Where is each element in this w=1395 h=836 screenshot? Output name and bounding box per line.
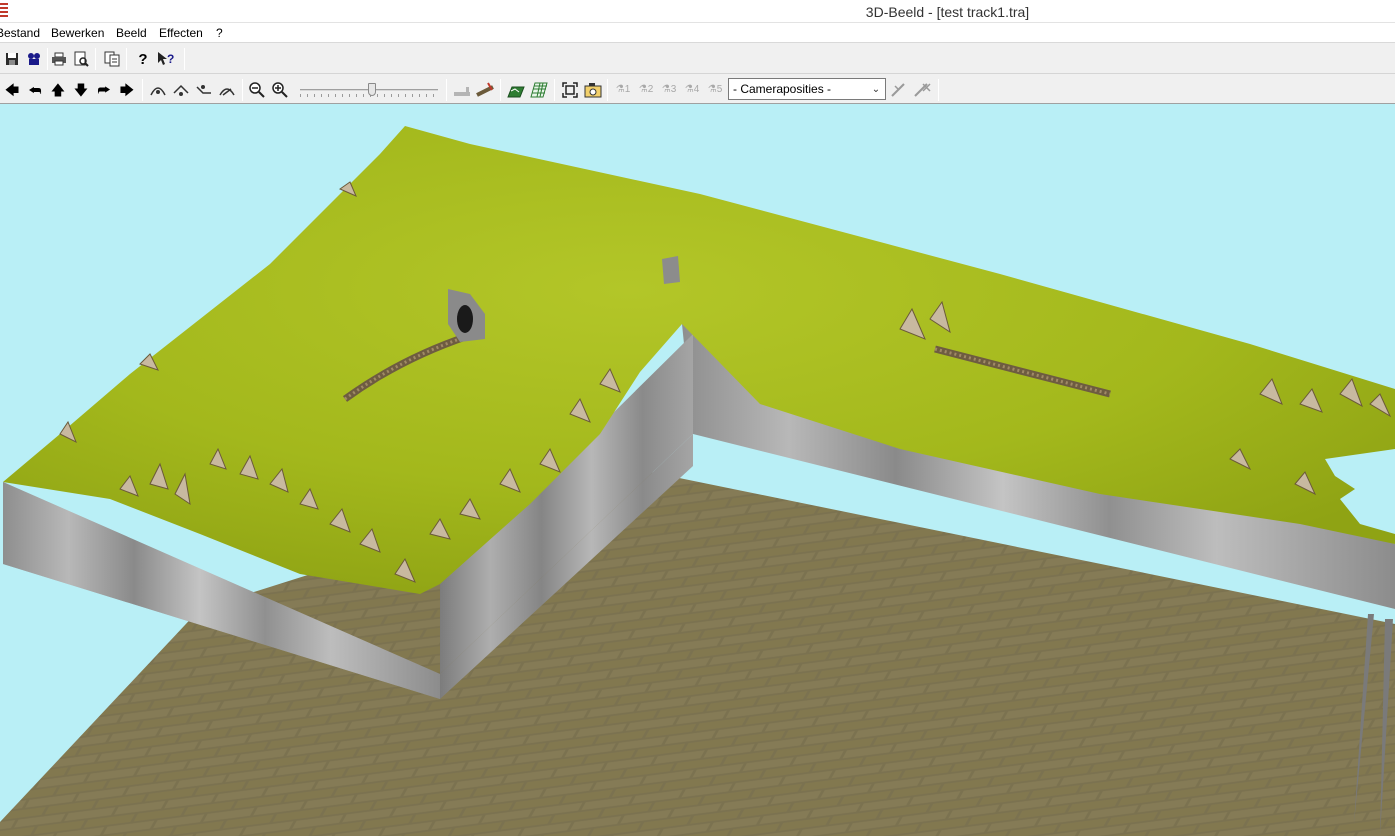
- save-icon[interactable]: [2, 49, 22, 69]
- camera-position-2-icon[interactable]: ⚗2: [636, 80, 656, 100]
- camera-delete-icon[interactable]: [912, 80, 932, 100]
- snapshot-icon[interactable]: [583, 80, 603, 100]
- 3d-scene: [0, 126, 1395, 836]
- chevron-down-icon[interactable]: ⌄: [868, 80, 884, 98]
- menu-bewerken[interactable]: Bewerken: [51, 26, 104, 40]
- move-up-icon[interactable]: 🡅: [48, 80, 68, 100]
- camera-position-1-icon[interactable]: ⚗1: [613, 80, 633, 100]
- view-toolbar: 🡄 ⮪ 🡅 🡇 ⮫ 🡆 ⚗1 ⚗2 ⚗3 ⚗4 ⚗5 - Cameraposit…: [0, 75, 1395, 104]
- window-title: 3D-Beeld - [test track1.tra]: [865, 4, 1030, 20]
- camera-edit-icon[interactable]: [889, 80, 909, 100]
- track-tool-icon[interactable]: [475, 80, 495, 100]
- copy-icon[interactable]: [102, 49, 122, 69]
- help-icon[interactable]: ?: [133, 49, 153, 69]
- turn-right-icon[interactable]: ⮫: [94, 80, 114, 100]
- svg-text:?: ?: [167, 52, 174, 66]
- move-left-icon[interactable]: 🡄: [2, 80, 22, 100]
- menu-beeld[interactable]: Beeld: [116, 26, 147, 40]
- 3d-viewport[interactable]: [0, 104, 1395, 836]
- print-preview-icon[interactable]: [71, 49, 91, 69]
- menu-help[interactable]: ?: [216, 26, 223, 40]
- terrain-icon[interactable]: [452, 80, 472, 100]
- zoom-slider[interactable]: [300, 82, 438, 98]
- move-right-icon[interactable]: 🡆: [117, 80, 137, 100]
- orbit-icon[interactable]: [217, 80, 237, 100]
- camera-icon[interactable]: [24, 49, 44, 69]
- menu-effecten[interactable]: Effecten: [159, 26, 203, 40]
- camera-positions-selected: - Cameraposities -: [733, 82, 832, 96]
- menu-bar: Bestand Bewerken Beeld Effecten ?: [0, 23, 1395, 43]
- camera-position-3-icon[interactable]: ⚗3: [659, 80, 679, 100]
- turn-left-icon[interactable]: ⮪: [25, 80, 45, 100]
- move-down-icon[interactable]: 🡇: [71, 80, 91, 100]
- camera-positions-select[interactable]: - Cameraposities - ⌄: [728, 78, 886, 100]
- zoom-in-icon[interactable]: [270, 80, 290, 100]
- zoom-out-icon[interactable]: [247, 80, 267, 100]
- fit-view-icon[interactable]: [560, 80, 580, 100]
- camera-position-4-icon[interactable]: ⚗4: [682, 80, 702, 100]
- rotate-down-icon[interactable]: [194, 80, 214, 100]
- title-bar: 3D-Beeld - [test track1.tra]: [0, 0, 1395, 23]
- menu-bestand[interactable]: Bestand: [0, 26, 40, 40]
- landscape-icon[interactable]: [506, 80, 526, 100]
- tilt-up-icon[interactable]: [148, 80, 168, 100]
- grey-block: [662, 256, 680, 284]
- zoom-slider-thumb[interactable]: [368, 83, 376, 96]
- context-help-icon[interactable]: ?: [156, 49, 176, 69]
- main-toolbar: ? ?: [0, 44, 1395, 74]
- grid-icon[interactable]: [529, 80, 549, 100]
- tilt-down-icon[interactable]: [171, 80, 191, 100]
- print-icon[interactable]: [49, 49, 69, 69]
- camera-position-5-icon[interactable]: ⚗5: [705, 80, 725, 100]
